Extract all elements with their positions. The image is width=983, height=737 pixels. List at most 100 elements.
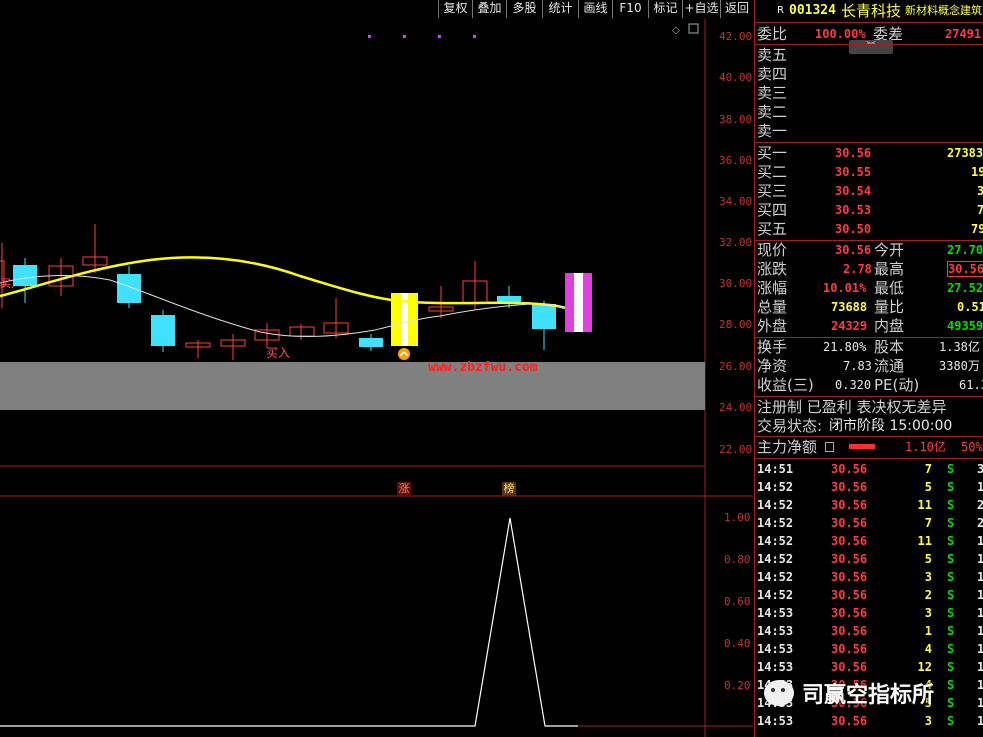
signal-dot	[438, 35, 441, 38]
stock-name[interactable]: 长青科技	[841, 2, 901, 20]
tick-time: 14:52	[757, 552, 794, 566]
buy-row[interactable]: 买一 30.56 27383	[755, 144, 983, 162]
sell5-label: 卖五	[757, 46, 788, 64]
tick-row[interactable]: 14:52 30.56 2 S 1	[755, 586, 983, 604]
tick-time: 14:53	[757, 642, 794, 656]
tick-count: 1	[977, 480, 983, 494]
signal-dot	[473, 35, 476, 38]
stock-header: R 001324 长青科技 新材料概念建筑	[755, 2, 983, 20]
indicator-tick: 0.20	[724, 679, 751, 692]
share-capital-value: 1.38亿	[939, 340, 980, 354]
volume-ratio-label: 量比	[874, 298, 905, 316]
dragon-tiger-tag[interactable]: 榜	[502, 482, 516, 496]
candle	[359, 338, 383, 347]
tick-count: 2	[977, 516, 983, 530]
tick-row[interactable]: 14:52 30.56 5 S 1	[755, 478, 983, 496]
buy-row[interactable]: 买五 30.50 79	[755, 220, 983, 238]
divider	[755, 22, 983, 23]
chart-toolbar: 复权 叠加 多股 统计 画线 F10 标记 +自选 返回	[0, 0, 753, 18]
tick-row[interactable]: 14:53 30.56 4 S 1	[755, 640, 983, 658]
turnover-label: 换手	[757, 338, 788, 356]
tick-price: 30.56	[831, 714, 868, 728]
fuquan-button[interactable]: 复权	[438, 0, 472, 18]
tick-row[interactable]: 14:53 30.56 3 S 1	[755, 712, 983, 730]
tick-side: S	[947, 534, 955, 548]
high-label: 最高	[874, 260, 905, 278]
f10-button[interactable]: F10	[612, 0, 648, 18]
buy-row[interactable]: 买三 30.54 3	[755, 182, 983, 200]
gray-band	[0, 362, 705, 410]
multi-stock-button[interactable]: 多股	[506, 0, 542, 18]
current-price-label: 现价	[757, 241, 788, 259]
buy-label: 买二	[757, 163, 788, 181]
tick-count: 1	[977, 624, 983, 638]
tick-row[interactable]: 14:52 30.56 3 S 1	[755, 568, 983, 586]
limit-up-tag[interactable]: 涨	[397, 482, 411, 496]
buy-signal-icon	[398, 348, 410, 360]
tick-time: 14:52	[757, 516, 794, 530]
tick-row[interactable]: 14:52 30.56 11 S 1	[755, 532, 983, 550]
tick-side: S	[947, 552, 955, 566]
candle	[289, 326, 315, 337]
stat-row: 外盘 24329 内盘 49359	[755, 317, 983, 335]
tick-time: 14:53	[757, 660, 794, 674]
sell-row: 卖五	[755, 46, 983, 64]
price-tick: 36.00	[719, 154, 753, 167]
sell-row: 卖一	[755, 122, 983, 140]
tick-side: S	[947, 714, 955, 728]
tick-price: 30.56	[831, 534, 868, 548]
tick-row[interactable]: 14:52 30.56 5 S 1	[755, 550, 983, 568]
sell-row: 卖三	[755, 84, 983, 102]
brand-text: 司赢空指标所	[802, 683, 935, 708]
tick-count: 1	[977, 606, 983, 620]
buy-volume: 7	[977, 203, 983, 217]
kline-chart-area[interactable]: ◇ 42.00 40.00 38.00 36.00 34.00 32.00 30…	[0, 18, 753, 737]
mark-button[interactable]: 标记	[648, 0, 682, 18]
tick-count: 1	[977, 714, 983, 728]
main-flow-row[interactable]: 主力净额 1.10亿 50%	[755, 438, 983, 456]
list-icon[interactable]	[825, 442, 834, 452]
tick-time: 14:51	[757, 462, 794, 476]
tick-count: 2	[977, 498, 983, 512]
tick-row[interactable]: 14:53 30.56 1 S 1	[755, 622, 983, 640]
tick-side: S	[947, 480, 955, 494]
ma-white-line	[0, 274, 566, 337]
tick-time: 14:52	[757, 570, 794, 584]
tick-side: S	[947, 624, 955, 638]
tick-volume: 11	[917, 498, 932, 512]
tick-row[interactable]: 14:53 30.56 3 S 1	[755, 604, 983, 622]
buy-row[interactable]: 买二 30.55 19	[755, 163, 983, 181]
buy-label: 买三	[757, 182, 788, 200]
draw-line-button[interactable]: 画线	[578, 0, 612, 18]
indicator-tick: 1.00	[724, 511, 751, 524]
tick-time: 14:52	[757, 588, 794, 602]
buy-row[interactable]: 买四 30.53 7	[755, 201, 983, 219]
add-watchlist-button[interactable]: +自选	[682, 0, 720, 18]
buy-price: 30.54	[835, 184, 872, 198]
tick-volume: 11	[917, 534, 932, 548]
buy-label: 买一	[757, 144, 788, 162]
sell2-label: 卖二	[757, 103, 788, 121]
tick-price: 30.56	[831, 552, 868, 566]
concept-ticker: 新材料概念建筑	[905, 4, 982, 17]
buy-price: 30.50	[835, 222, 872, 236]
divider	[755, 458, 983, 459]
tick-volume: 12	[917, 660, 932, 674]
tick-row[interactable]: 14:52 30.56 7 S 2	[755, 514, 983, 532]
back-button[interactable]: 返回	[720, 0, 753, 18]
tick-price: 30.56	[831, 660, 868, 674]
statistics-button[interactable]: 统计	[542, 0, 578, 18]
tick-row[interactable]: 14:51 30.56 7 S 3	[755, 460, 983, 478]
tick-volume: 5	[924, 480, 932, 494]
trade-status-row: 交易状态: 闭市阶段 15:00:00	[755, 417, 983, 435]
stat-row: 收益(三) 0.320 PE(动) 61.3	[755, 376, 983, 394]
tick-volume: 7	[924, 462, 932, 476]
change-label: 涨跌	[757, 260, 788, 278]
tick-row[interactable]: 14:52 30.56 11 S 2	[755, 496, 983, 514]
indicator-tick: 0.40	[724, 637, 751, 650]
sell3-label: 卖三	[757, 84, 788, 102]
overlay-button[interactable]: 叠加	[472, 0, 506, 18]
tick-side: S	[947, 660, 955, 674]
tick-row[interactable]: 14:53 30.56 12 S 1	[755, 658, 983, 676]
candle	[574, 273, 583, 332]
